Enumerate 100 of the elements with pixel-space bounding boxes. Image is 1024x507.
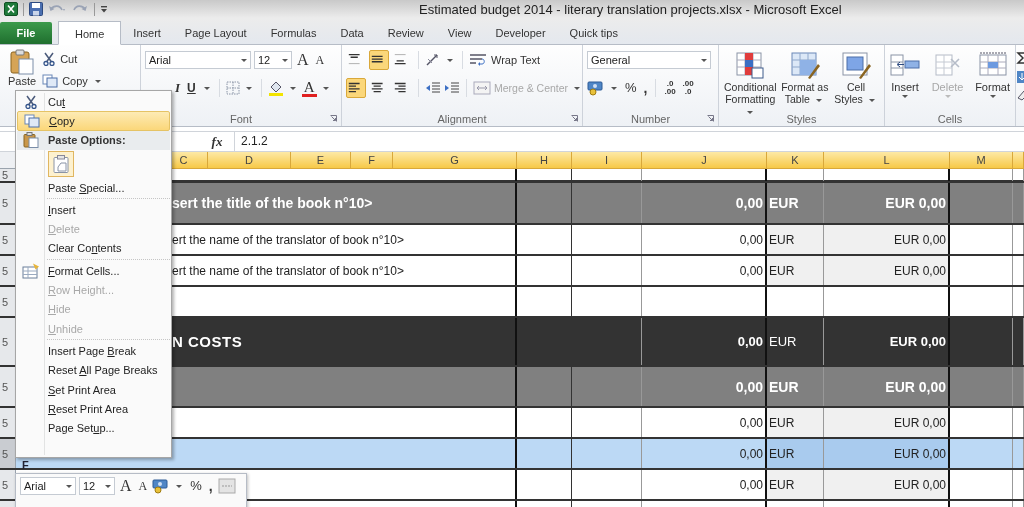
currency-icon[interactable] bbox=[152, 478, 171, 494]
row-header[interactable]: 5 bbox=[0, 408, 16, 437]
comma-style-button[interactable]: , bbox=[641, 79, 650, 97]
caret-icon bbox=[94, 79, 101, 83]
decrease-decimal-button[interactable]: .00 .0 bbox=[682, 80, 694, 96]
percent-button[interactable]: % bbox=[188, 477, 204, 495]
caret-icon bbox=[203, 86, 210, 90]
column-header[interactable]: E bbox=[291, 152, 351, 169]
insert-function-button[interactable]: fx bbox=[200, 132, 234, 151]
ribbon-tab[interactable]: Quick tips bbox=[557, 22, 630, 44]
table-cell: EUR bbox=[767, 470, 824, 499]
fill-color-icon[interactable] bbox=[267, 80, 284, 96]
wrap-text-button[interactable]: Wrap Text bbox=[469, 50, 541, 70]
row-header[interactable]: 5 bbox=[0, 256, 16, 285]
font-size-field[interactable]: 12 bbox=[254, 51, 292, 69]
menu-item[interactable]: Page Setup... bbox=[17, 418, 170, 438]
group-label: Cells bbox=[937, 112, 963, 125]
decrease-indent-icon[interactable] bbox=[425, 81, 441, 95]
table-cell: EUR bbox=[767, 367, 824, 406]
column-header[interactable]: F bbox=[351, 152, 393, 169]
ribbon-tab[interactable]: Data bbox=[328, 22, 376, 44]
increase-indent-icon[interactable] bbox=[444, 81, 460, 95]
style-button[interactable]: Cell Styles bbox=[832, 49, 880, 111]
column-header[interactable]: K bbox=[767, 152, 824, 169]
table-cell: EUR 0,00 bbox=[824, 367, 950, 406]
menu-item[interactable]: Reset Print Area bbox=[17, 399, 170, 419]
orientation-icon[interactable] bbox=[425, 53, 441, 67]
column-header[interactable]: J bbox=[642, 152, 767, 169]
middle-align-icon[interactable] bbox=[369, 50, 389, 70]
style-button[interactable]: Format as Table bbox=[779, 49, 830, 111]
table-cell: EUR bbox=[767, 225, 824, 254]
table-cell: EUR 0,00 bbox=[824, 225, 950, 254]
row-header[interactable]: 5 bbox=[0, 287, 16, 316]
group-label: Number bbox=[630, 112, 671, 125]
row-header[interactable]: 5 bbox=[0, 367, 16, 406]
app-icon[interactable] bbox=[4, 2, 18, 16]
currency-icon[interactable] bbox=[587, 80, 605, 96]
grow-font-button[interactable]: A bbox=[118, 477, 134, 495]
caret-icon bbox=[611, 86, 617, 90]
shrink-font-button[interactable]: A bbox=[136, 477, 150, 495]
ribbon-tab[interactable]: Review bbox=[375, 22, 436, 44]
font-name-field[interactable]: Arial bbox=[20, 477, 76, 495]
row-header[interactable]: 5 bbox=[0, 183, 16, 223]
ribbon-tab[interactable]: Formulas bbox=[258, 22, 329, 44]
cut-button[interactable]: Cut bbox=[42, 49, 104, 69]
caret-icon bbox=[322, 86, 329, 90]
formula-field[interactable]: 2.1.2 bbox=[234, 132, 1024, 151]
ribbon-tab[interactable]: View bbox=[435, 22, 484, 44]
paste-button[interactable] bbox=[48, 150, 74, 177]
table-cell: 0,00 bbox=[642, 367, 767, 406]
ribbon-tab[interactable]: Insert bbox=[121, 22, 173, 44]
table-cell: EUR 0,00 bbox=[824, 256, 950, 285]
column-header[interactable]: M bbox=[950, 152, 1013, 169]
copy-icon bbox=[24, 113, 40, 128]
menu-item[interactable]: Cut bbox=[17, 92, 170, 112]
column-header[interactable]: I bbox=[572, 152, 642, 169]
window-title: Estimated budget 2014 - literary translation projects.xlsx - Microsoft Excel bbox=[419, 1, 842, 17]
underline-button[interactable]: U bbox=[185, 79, 198, 97]
column-header[interactable]: G bbox=[393, 152, 517, 169]
merge-icon bbox=[473, 81, 491, 95]
dialog-launcher-icon[interactable] bbox=[571, 115, 578, 122]
percent-button[interactable]: % bbox=[623, 79, 639, 97]
shrink-font-button[interactable]: A bbox=[313, 51, 327, 69]
column-header[interactable]: H bbox=[517, 152, 572, 169]
table-cell: EUR 0,00 bbox=[824, 439, 950, 468]
row-header[interactable]: 5 bbox=[0, 439, 16, 468]
table-cell: EUR 0,00 bbox=[824, 408, 950, 437]
format-cells-icon bbox=[977, 51, 1008, 79]
table-cell: 0,00 bbox=[642, 318, 767, 365]
ribbon-tab[interactable]: Developer bbox=[483, 22, 558, 44]
font-name-field[interactable]: Arial bbox=[145, 51, 251, 69]
align-left-icon[interactable] bbox=[346, 78, 366, 98]
dialog-launcher-icon[interactable] bbox=[707, 115, 714, 122]
font-size-field[interactable]: 12 bbox=[79, 477, 115, 495]
cells-button[interactable]: Format bbox=[974, 49, 1011, 111]
save-icon[interactable] bbox=[29, 2, 43, 16]
menu-item[interactable]: Set Print Area bbox=[17, 379, 170, 400]
font-color-button[interactable]: A bbox=[301, 79, 317, 97]
group-label: Styles bbox=[786, 112, 817, 125]
comma-style-button[interactable]: , bbox=[206, 477, 215, 495]
increase-decimal-button[interactable]: .0 .00 bbox=[664, 80, 676, 96]
menu-item[interactable]: Copy bbox=[17, 111, 170, 131]
dialog-launcher-icon[interactable] bbox=[330, 115, 337, 122]
copy-icon bbox=[42, 74, 59, 88]
italic-button[interactable]: I bbox=[173, 79, 183, 97]
row-header[interactable]: 5 bbox=[0, 470, 16, 499]
number-format-field[interactable]: General bbox=[587, 51, 711, 69]
ribbon-tab[interactable]: Home bbox=[58, 21, 122, 45]
style-button[interactable]: Conditional Formatting bbox=[723, 49, 778, 111]
ribbon-tab[interactable]: Page Layout bbox=[172, 22, 259, 44]
ribbon-tab[interactable]: File bbox=[0, 22, 52, 44]
cells-button[interactable]: Insert bbox=[889, 49, 921, 111]
delete-cells-icon bbox=[932, 51, 963, 79]
column-header[interactable]: D bbox=[208, 152, 291, 169]
row-header[interactable]: 5 bbox=[0, 318, 16, 365]
column-header[interactable]: L bbox=[824, 152, 950, 169]
grow-font-button[interactable]: A bbox=[295, 51, 311, 69]
customize-icon[interactable] bbox=[100, 4, 108, 14]
row-header[interactable]: 5 bbox=[0, 169, 16, 181]
row-header[interactable]: 5 bbox=[0, 225, 16, 254]
